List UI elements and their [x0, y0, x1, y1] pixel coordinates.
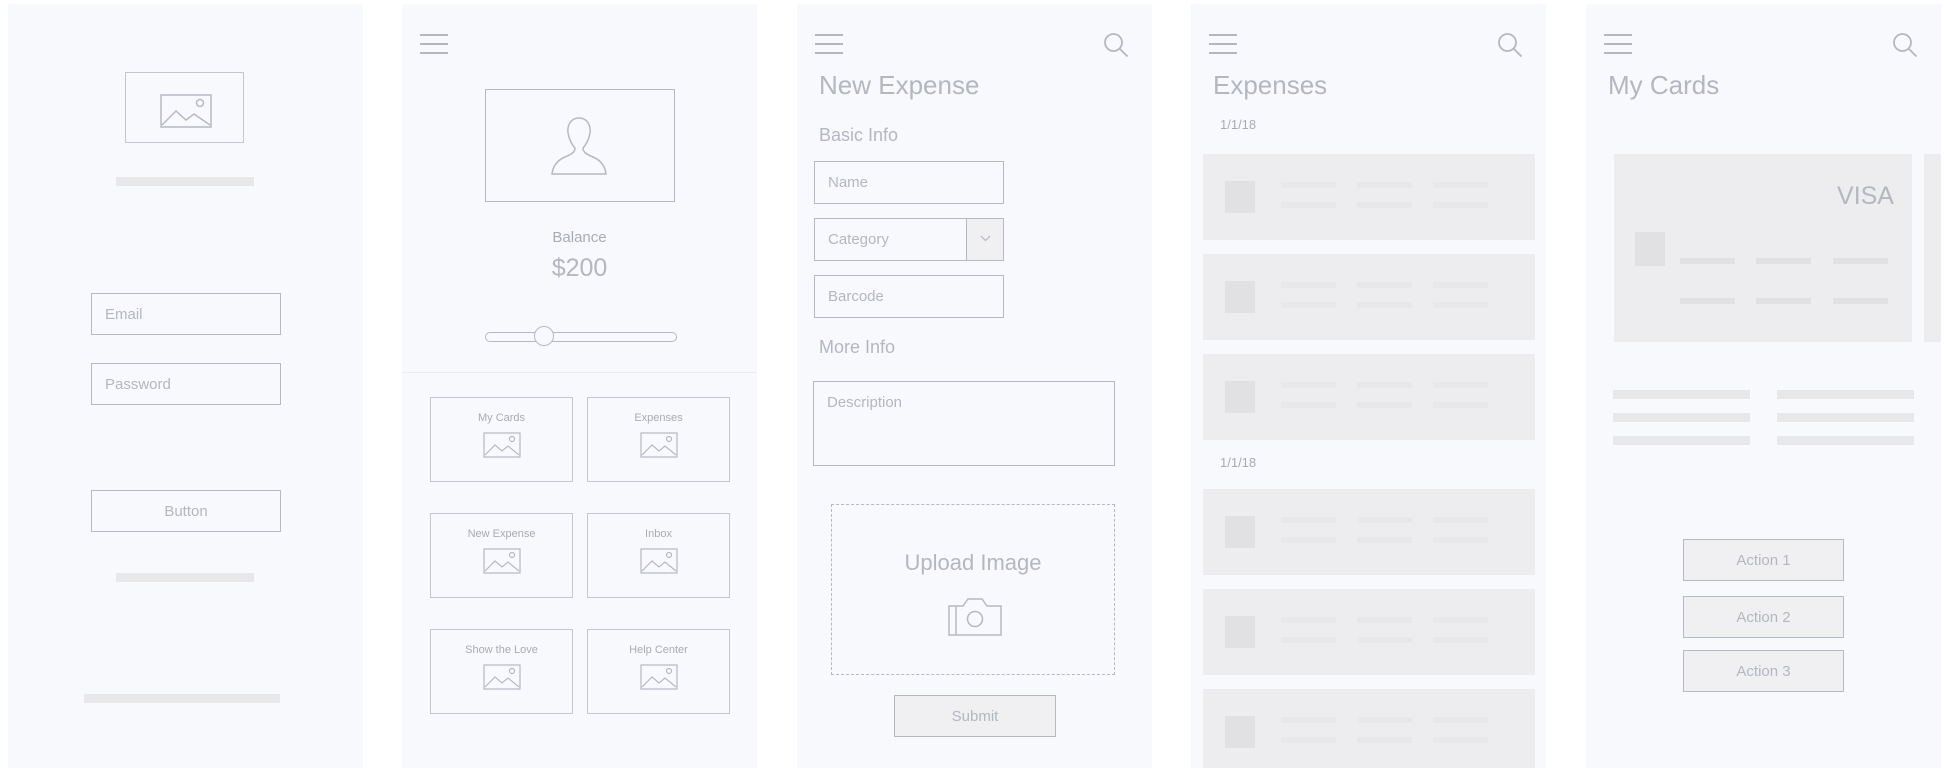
card-detail-line [1613, 390, 1750, 399]
expense-row[interactable] [1203, 254, 1535, 340]
card-brand: VISA [1837, 182, 1894, 210]
login-screen: Email Password Button [8, 4, 363, 768]
credit-card[interactable]: VISA [1614, 154, 1912, 342]
home-screen: Balance $200 My Cards Expenses New Expen… [402, 4, 757, 768]
row-thumbnail [1225, 181, 1255, 213]
slider-handle[interactable] [533, 326, 554, 346]
row-thumbnail [1225, 381, 1255, 413]
action-2-button[interactable]: Action 2 [1683, 596, 1844, 638]
category-dropdown-button[interactable] [966, 219, 1003, 260]
link-placeholder [116, 573, 254, 582]
upload-image-dropzone[interactable]: Upload Image [831, 504, 1115, 675]
chevron-down-icon [980, 235, 991, 242]
tile-expenses[interactable]: Expenses [587, 397, 730, 482]
tile-my-cards[interactable]: My Cards [430, 397, 573, 482]
submit-label: Submit [951, 707, 999, 725]
tile-show-the-love[interactable]: Show the Love [430, 629, 573, 714]
action-label: Action 1 [1736, 551, 1791, 569]
avatar [485, 89, 675, 202]
password-placeholder: Password [105, 375, 171, 393]
page-title: New Expense [819, 70, 980, 100]
name-placeholder: Name [828, 174, 869, 191]
search-icon[interactable] [1892, 32, 1918, 58]
expense-row[interactable] [1203, 354, 1535, 440]
tile-label: Show the Love [465, 644, 538, 656]
image-icon [640, 432, 678, 458]
name-field[interactable]: Name [814, 161, 1004, 204]
person-icon [551, 117, 607, 175]
balance-value: $200 [551, 254, 608, 282]
tile-inbox[interactable]: Inbox [587, 513, 730, 598]
row-thumbnail [1225, 716, 1255, 748]
divider [402, 372, 757, 373]
page-title: My Cards [1608, 70, 1720, 100]
description-placeholder: Description [827, 394, 903, 411]
action-3-button[interactable]: Action 3 [1683, 650, 1844, 692]
row-thumbnail [1225, 281, 1255, 313]
description-field[interactable]: Description [813, 381, 1115, 466]
email-field[interactable]: Email [91, 293, 281, 335]
action-1-button[interactable]: Action 1 [1683, 539, 1844, 581]
barcode-placeholder: Barcode [828, 288, 884, 305]
new-expense-screen: New Expense Basic Info Name Category Bar… [797, 4, 1152, 768]
login-button[interactable]: Button [91, 490, 281, 532]
image-icon [483, 548, 521, 574]
image-icon [160, 94, 212, 128]
expense-row[interactable] [1203, 689, 1535, 768]
barcode-field[interactable]: Barcode [814, 275, 1004, 318]
tile-new-expense[interactable]: New Expense [430, 513, 573, 598]
submit-button[interactable]: Submit [894, 695, 1056, 737]
footer-placeholder [84, 694, 280, 703]
balance-slider[interactable] [485, 326, 677, 346]
image-icon [483, 432, 521, 458]
menu-icon[interactable] [815, 34, 843, 56]
search-icon[interactable] [1103, 32, 1129, 58]
row-thumbnail [1225, 616, 1255, 648]
card-detail-line [1777, 436, 1914, 445]
menu-icon[interactable] [1209, 34, 1237, 56]
more-info-heading: More Info [819, 337, 896, 357]
tile-help-center[interactable]: Help Center [587, 629, 730, 714]
expense-row[interactable] [1203, 154, 1535, 240]
category-select[interactable]: Category [814, 218, 1004, 261]
row-thumbnail [1225, 516, 1255, 548]
card-detail-line [1613, 413, 1750, 422]
expenses-screen: Expenses 1/1/18 1/1/18 [1191, 4, 1546, 768]
expense-row[interactable] [1203, 589, 1535, 675]
tile-label: Expenses [634, 412, 683, 424]
tile-label: My Cards [477, 412, 526, 424]
search-icon[interactable] [1497, 32, 1523, 58]
logo-image [125, 72, 244, 143]
tile-label: Inbox [645, 528, 672, 540]
card-chip [1635, 232, 1665, 266]
category-placeholder: Category [828, 231, 889, 248]
basic-info-heading: Basic Info [819, 125, 899, 145]
login-button-label: Button [164, 502, 208, 520]
expense-row[interactable] [1203, 489, 1535, 575]
image-icon [640, 548, 678, 574]
email-placeholder: Email [105, 305, 143, 323]
camera-icon [948, 598, 1002, 636]
date-heading: 1/1/18 [1220, 455, 1257, 470]
date-heading: 1/1/18 [1220, 117, 1257, 132]
page-title: Expenses [1213, 70, 1328, 100]
image-icon [640, 664, 678, 690]
tile-label: Help Center [629, 644, 688, 656]
card-detail-line [1777, 413, 1914, 422]
menu-icon[interactable] [420, 34, 448, 56]
card-detail-line [1777, 390, 1914, 399]
password-field[interactable]: Password [91, 363, 281, 405]
card-detail-line [1613, 436, 1750, 445]
menu-icon[interactable] [1604, 34, 1632, 56]
next-card-peek[interactable] [1924, 154, 1941, 342]
balance-label: Balance [552, 229, 607, 246]
action-label: Action 2 [1736, 608, 1791, 626]
action-label: Action 3 [1736, 662, 1791, 680]
subtitle-placeholder [116, 177, 254, 186]
tile-label: New Expense [467, 528, 536, 540]
image-icon [483, 664, 521, 690]
upload-label: Upload Image [904, 550, 1042, 575]
my-cards-screen: My Cards VISA Action 1 Action 2 Action 3 [1586, 4, 1941, 768]
